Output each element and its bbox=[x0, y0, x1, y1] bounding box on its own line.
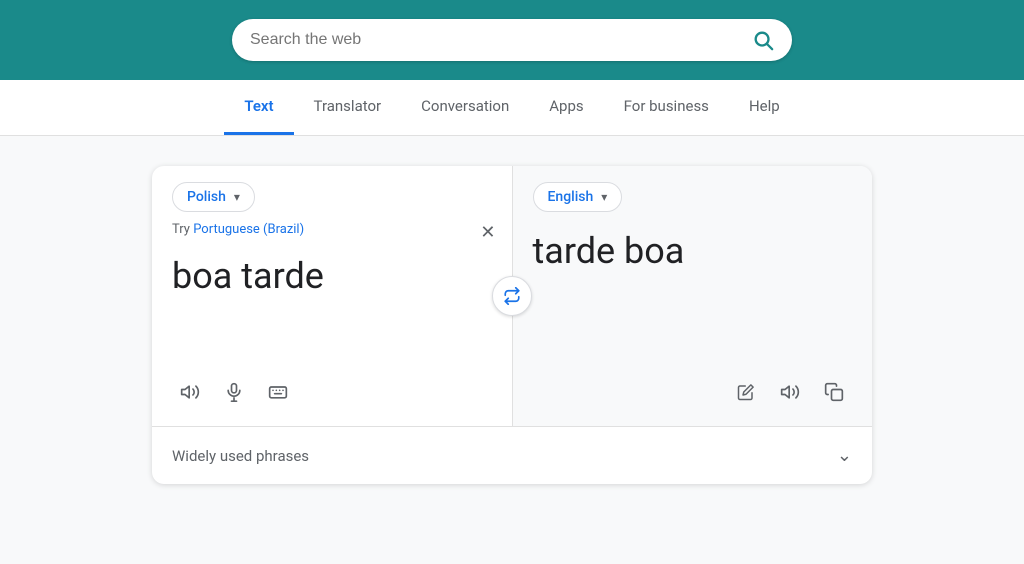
listen-source-button[interactable] bbox=[172, 374, 208, 410]
translated-text: tarde boa bbox=[533, 228, 853, 374]
keyboard-icon bbox=[268, 382, 288, 402]
nav-item-conversation[interactable]: Conversation bbox=[401, 80, 529, 135]
microphone-icon bbox=[224, 382, 244, 402]
nav-item-text[interactable]: Text bbox=[224, 80, 293, 135]
source-panel: Polish ▾ Try Portuguese (Brazil) ✕ boa t… bbox=[152, 166, 513, 426]
pencil-icon bbox=[737, 383, 755, 401]
source-panel-icons bbox=[172, 374, 492, 410]
keyboard-button[interactable] bbox=[260, 374, 296, 410]
widely-used-phrases-row[interactable]: Widely used phrases ⌄ bbox=[152, 427, 872, 484]
try-suggestion: Try Portuguese (Brazil) bbox=[172, 222, 492, 237]
translator-card: Polish ▾ Try Portuguese (Brazil) ✕ boa t… bbox=[152, 166, 872, 484]
source-text[interactable]: boa tarde bbox=[172, 253, 492, 362]
search-input[interactable] bbox=[250, 31, 752, 49]
nav-item-translator[interactable]: Translator bbox=[294, 80, 402, 135]
nav-item-for-business[interactable]: For business bbox=[604, 80, 729, 135]
listen-target-button[interactable] bbox=[772, 374, 808, 410]
swap-icon bbox=[503, 287, 521, 305]
source-language-label: Polish bbox=[187, 189, 226, 205]
copy-translation-button[interactable] bbox=[816, 374, 852, 410]
edit-translation-button[interactable] bbox=[728, 374, 764, 410]
source-language-selector[interactable]: Polish ▾ bbox=[172, 182, 255, 212]
speaker-icon bbox=[180, 382, 200, 402]
try-language-link[interactable]: Portuguese (Brazil) bbox=[193, 222, 304, 237]
target-language-selector[interactable]: English ▾ bbox=[533, 182, 623, 212]
microphone-button[interactable] bbox=[216, 374, 252, 410]
translation-panels: Polish ▾ Try Portuguese (Brazil) ✕ boa t… bbox=[152, 166, 872, 426]
main-content: Polish ▾ Try Portuguese (Brazil) ✕ boa t… bbox=[0, 136, 1024, 514]
copy-icon bbox=[824, 382, 844, 402]
target-panel-icons bbox=[533, 374, 853, 410]
nav-bar: Text Translator Conversation Apps For bu… bbox=[0, 80, 1024, 136]
nav-item-apps[interactable]: Apps bbox=[529, 80, 603, 135]
phrases-label: Widely used phrases bbox=[172, 447, 309, 465]
clear-button[interactable]: ✕ bbox=[480, 222, 495, 243]
swap-languages-button[interactable] bbox=[492, 276, 532, 316]
source-language-chevron-icon: ▾ bbox=[234, 190, 240, 204]
search-icon bbox=[752, 29, 774, 51]
nav-item-help[interactable]: Help bbox=[729, 80, 800, 135]
speaker-target-icon bbox=[780, 382, 800, 402]
target-language-chevron-icon: ▾ bbox=[601, 190, 607, 204]
phrases-chevron-icon: ⌄ bbox=[837, 445, 852, 466]
header bbox=[0, 0, 1024, 80]
search-bar bbox=[232, 19, 792, 61]
target-panel: English ▾ tarde boa bbox=[513, 166, 873, 426]
target-language-label: English bbox=[548, 189, 594, 205]
search-button[interactable] bbox=[752, 29, 774, 51]
